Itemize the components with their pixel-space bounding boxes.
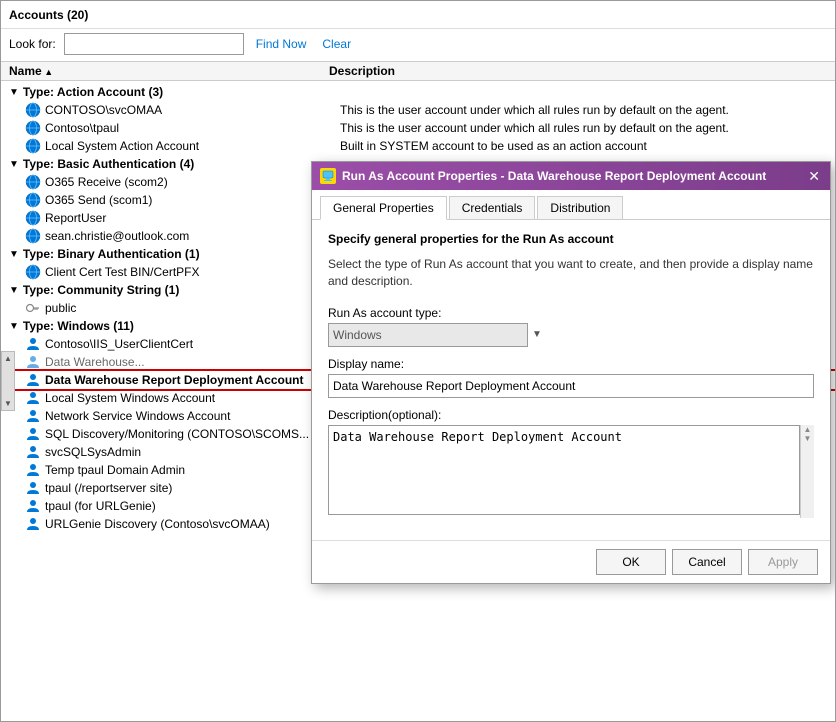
expand-icon: ▼: [9, 87, 19, 98]
group-label: Type: Binary Authentication (1): [23, 247, 200, 261]
modal-footer: OK Cancel Apply: [312, 540, 830, 583]
item-name: Contoso\IIS_UserClientCert: [45, 337, 340, 351]
globe-icon: [25, 138, 41, 154]
expand-icon: ▼: [9, 285, 19, 296]
modal-title-bar: Run As Account Properties - Data Warehou…: [312, 162, 830, 190]
modal-content: Specify general properties for the Run A…: [312, 220, 830, 540]
account-icon: [25, 354, 41, 370]
globe-icon: [25, 210, 41, 226]
group-label: Type: Community String (1): [23, 283, 179, 297]
col-desc-header: Description: [329, 64, 827, 78]
title-bar: Accounts (20): [1, 1, 835, 29]
globe-icon: [25, 174, 41, 190]
tab-distribution[interactable]: Distribution: [537, 196, 623, 219]
scroll-up-arrow[interactable]: ▲: [4, 354, 12, 363]
cancel-button[interactable]: Cancel: [672, 549, 742, 575]
account-icon: [25, 444, 41, 460]
display-name-input[interactable]: [328, 374, 814, 398]
item-desc: Built in SYSTEM account to be used as an…: [340, 139, 827, 153]
account-icon: [25, 336, 41, 352]
modal-tabs: General Properties Credentials Distribut…: [312, 190, 830, 220]
item-name: Contoso\tpaul: [45, 121, 340, 135]
list-item[interactable]: Contoso\tpaul This is the user account u…: [1, 119, 835, 137]
account-icon: [25, 480, 41, 496]
globe-icon: [25, 264, 41, 280]
item-name: ReportUser: [45, 211, 340, 225]
modal-title-icon: [320, 168, 336, 184]
expand-icon: ▼: [9, 249, 19, 260]
group-label: Type: Windows (11): [23, 319, 134, 333]
tab-credentials[interactable]: Credentials: [449, 196, 536, 219]
item-name: URLGenie Discovery (Contoso\svcOMAA): [45, 517, 340, 531]
item-name: O365 Receive (scom2): [45, 175, 340, 189]
description-label: Description(optional):: [328, 408, 814, 422]
modal-close-button[interactable]: ✕: [806, 169, 822, 183]
display-name-row: Display name:: [328, 357, 814, 398]
modal-description-text: Select the type of Run As account that y…: [328, 256, 814, 290]
run-as-account-dialog: Run As Account Properties - Data Warehou…: [311, 161, 831, 584]
item-desc: This is the user account under which all…: [340, 103, 827, 117]
dropdown-chevron-icon: ▼: [532, 329, 542, 340]
item-name: CONTOSO\svcOMAA: [45, 103, 340, 117]
description-textarea[interactable]: Data Warehouse Report Deployment Account: [328, 425, 800, 515]
look-for-label: Look for:: [9, 37, 56, 51]
list-item[interactable]: Local System Action Account Built in SYS…: [1, 137, 835, 155]
run-as-type-row: Run As account type: ▼: [328, 306, 814, 347]
run-as-type-input[interactable]: [328, 323, 528, 347]
item-name: SQL Discovery/Monitoring (CONTOSO\SCOMS.…: [45, 427, 340, 441]
col-name-header[interactable]: Name: [9, 64, 329, 78]
globe-icon: [25, 120, 41, 136]
look-for-bar: Look for: Find Now Clear: [1, 29, 835, 62]
run-as-type-label: Run As account type:: [328, 306, 814, 320]
account-icon: [25, 516, 41, 532]
item-name: Local System Action Account: [45, 139, 340, 153]
description-row: Description(optional): Data Warehouse Re…: [328, 408, 814, 518]
globe-icon: [25, 192, 41, 208]
globe-icon: [25, 228, 41, 244]
textarea-scrollbar[interactable]: ▲ ▼: [800, 425, 814, 518]
item-name: Temp tpaul Domain Admin: [45, 463, 340, 477]
item-name: Data Warehouse...: [45, 355, 340, 369]
item-name: public: [45, 301, 340, 315]
expand-icon: ▼: [9, 321, 19, 332]
item-name: O365 Send (scom1): [45, 193, 340, 207]
main-window: Accounts (20) Look for: Find Now Clear N…: [0, 0, 836, 722]
account-icon: [25, 408, 41, 424]
account-icon: [25, 426, 41, 442]
tab-general-properties[interactable]: General Properties: [320, 196, 447, 220]
item-name: sean.christie@outlook.com: [45, 229, 340, 243]
find-now-button[interactable]: Find Now: [252, 35, 311, 53]
group-action-account[interactable]: ▼ Type: Action Account (3): [1, 83, 835, 101]
key-icon: [25, 300, 41, 316]
item-name: Network Service Windows Account: [45, 409, 340, 423]
apply-button[interactable]: Apply: [748, 549, 818, 575]
clear-button[interactable]: Clear: [318, 35, 355, 53]
globe-icon: [25, 102, 41, 118]
look-for-input[interactable]: [64, 33, 244, 55]
group-label: Type: Action Account (3): [23, 85, 163, 99]
modal-title-text: Run As Account Properties - Data Warehou…: [342, 169, 766, 183]
item-name: Client Cert Test BIN/CertPFX: [45, 265, 340, 279]
window-title: Accounts (20): [9, 8, 88, 22]
account-icon: [25, 372, 41, 388]
account-icon: [25, 462, 41, 478]
item-name: tpaul (/reportserver site): [45, 481, 340, 495]
scroll-down-arrow[interactable]: ▼: [4, 399, 12, 408]
side-scroll-indicator[interactable]: ▲ ▼: [1, 351, 15, 411]
account-icon: [25, 390, 41, 406]
ok-button[interactable]: OK: [596, 549, 666, 575]
list-header: Name Description: [1, 62, 835, 81]
display-name-label: Display name:: [328, 357, 814, 371]
group-label: Type: Basic Authentication (4): [23, 157, 194, 171]
account-icon: [25, 498, 41, 514]
item-name: svcSQLSysAdmin: [45, 445, 340, 459]
modal-section-title: Specify general properties for the Run A…: [328, 232, 814, 246]
expand-icon: ▼: [9, 159, 19, 170]
list-item[interactable]: CONTOSO\svcOMAA This is the user account…: [1, 101, 835, 119]
description-textarea-wrapper: Data Warehouse Report Deployment Account…: [328, 425, 814, 518]
item-name: tpaul (for URLGenie): [45, 499, 340, 513]
item-name: Data Warehouse Report Deployment Account: [45, 373, 340, 387]
item-desc: This is the user account under which all…: [340, 121, 827, 135]
item-name: Local System Windows Account: [45, 391, 340, 405]
